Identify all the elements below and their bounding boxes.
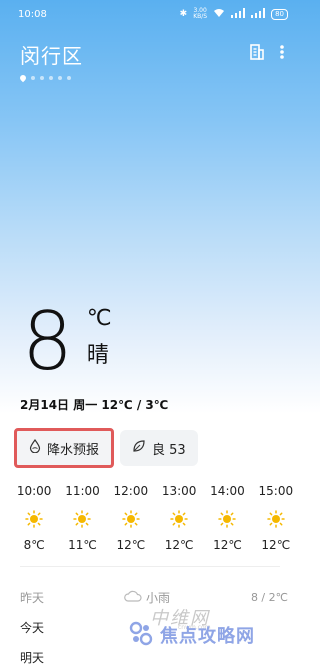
day-name: 昨天 xyxy=(20,590,45,605)
day-temp-range: 8 / 2℃ xyxy=(250,590,288,604)
page-dot xyxy=(49,76,53,80)
temperature-unit: ℃ xyxy=(86,306,112,331)
page-dot xyxy=(58,76,62,80)
hour-temp: 12℃ xyxy=(116,538,146,552)
status-time: 10:08 xyxy=(18,8,47,20)
hour-item: 13:00 12℃ xyxy=(155,484,203,552)
current-weather: 8 ℃ 晴 xyxy=(22,302,112,382)
air-quality-button[interactable]: 良 53 xyxy=(120,430,198,466)
logo-mark-icon xyxy=(128,620,154,650)
hour-item: 10:00 8℃ xyxy=(10,484,58,552)
header: 闵行区 xyxy=(18,40,284,83)
logo-text: 焦点攻略网 xyxy=(160,626,255,647)
hour-temp: 8℃ xyxy=(23,538,45,552)
network-speed: 3.00 KB/S xyxy=(193,7,208,20)
day-condition-label: 小雨 xyxy=(146,590,171,605)
hour-temp: 12℃ xyxy=(261,538,291,552)
current-side: ℃ 晴 xyxy=(87,302,112,369)
location-block: 闵行区 xyxy=(18,40,83,83)
current-temperature: 8 xyxy=(22,295,73,388)
hour-item: 11:00 11℃ xyxy=(58,484,106,552)
hour-time: 12:00 xyxy=(113,484,149,498)
page-indicator xyxy=(18,73,83,83)
hour-item: 14:00 12℃ xyxy=(203,484,251,552)
bluetooth-icon: ✱ xyxy=(179,9,188,19)
more-menu-icon[interactable] xyxy=(280,44,284,60)
water-drop-icon xyxy=(29,438,41,457)
hour-temp: 12℃ xyxy=(213,538,242,552)
hour-time: 10:00 xyxy=(16,484,52,498)
page-dot xyxy=(40,76,44,80)
hour-item: 15:00 12℃ xyxy=(252,484,300,552)
status-bar: 10:08 ✱ 3.00 KB/S 80 xyxy=(0,0,300,28)
hour-time: 15:00 xyxy=(258,484,294,498)
day-condition: 小雨 xyxy=(124,589,170,606)
location-dot-icon xyxy=(18,73,28,83)
sun-icon xyxy=(73,510,92,532)
hour-time: 14:00 xyxy=(210,484,245,498)
hour-temp: 12℃ xyxy=(164,538,194,552)
sun-icon xyxy=(218,510,237,532)
city-name[interactable]: 闵行区 xyxy=(20,40,83,69)
status-icons: ✱ 3.00 KB/S 80 xyxy=(179,7,288,21)
signal-icon-2 xyxy=(251,7,266,21)
cloud-icon xyxy=(124,590,142,605)
city-list-icon[interactable] xyxy=(250,44,264,60)
page-dot xyxy=(31,76,35,80)
sun-icon xyxy=(267,510,285,532)
precipitation-forecast-button[interactable]: 降水预报 xyxy=(14,428,115,468)
wifi-icon xyxy=(213,8,225,21)
precipitation-label: 降水预报 xyxy=(47,442,100,458)
section-divider xyxy=(20,566,280,567)
day-name: 今天 xyxy=(20,620,45,635)
leaf-icon xyxy=(132,439,146,457)
date-line: 2月14日 周一 12℃ / 3℃ xyxy=(20,398,169,412)
page-dot xyxy=(67,76,71,80)
header-actions xyxy=(250,44,284,60)
info-chips: 降水预报 良 53 xyxy=(14,428,198,468)
current-condition: 晴 xyxy=(86,343,109,368)
hour-temp: 11℃ xyxy=(68,538,97,552)
hour-time: 11:00 xyxy=(65,484,100,498)
hourly-forecast[interactable]: 10:00 8℃ 11:00 11℃ 12:00 12℃ 13:00 12℃ 1… xyxy=(0,484,300,552)
hour-time: 13:00 xyxy=(161,484,197,498)
signal-icon xyxy=(231,7,246,21)
site-logo: 焦点攻略网 xyxy=(128,620,255,650)
sun-icon xyxy=(122,510,140,532)
day-name: 明天 xyxy=(20,650,45,665)
sun-icon xyxy=(170,510,188,532)
sun-icon xyxy=(25,510,43,532)
battery-icon: 80 xyxy=(271,8,288,20)
hour-item: 12:00 12℃ xyxy=(107,484,155,552)
air-quality-label: 良 53 xyxy=(152,442,186,458)
